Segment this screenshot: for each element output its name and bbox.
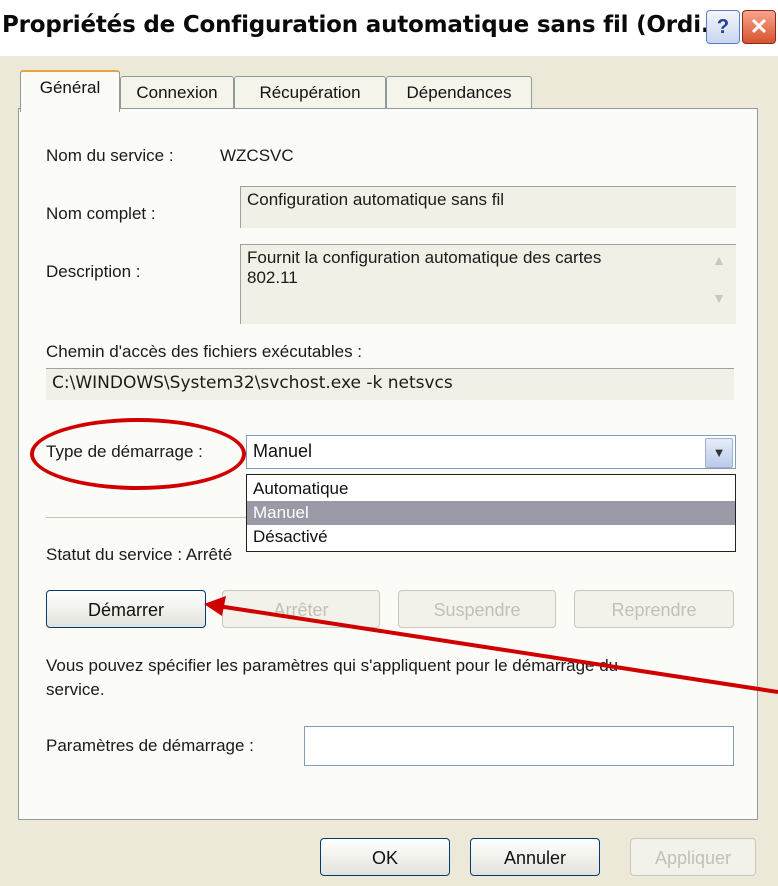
pause-service-button[interactable]: Suspendre	[398, 590, 556, 628]
startup-type-value: Manuel	[253, 441, 313, 461]
stop-service-button[interactable]: Arrêter	[222, 590, 380, 628]
tab-connexion[interactable]: Connexion	[120, 76, 234, 109]
tab-dependances[interactable]: Dépendances	[386, 76, 532, 109]
full-name-field[interactable]: Configuration automatique sans fil	[240, 186, 736, 228]
option-manuel[interactable]: Manuel	[247, 501, 735, 525]
description-line-1: Fournit la configuration automatique des…	[247, 248, 602, 267]
scroll-up-icon[interactable]: ▲	[708, 252, 730, 274]
tab-general[interactable]: Général	[20, 70, 120, 112]
apply-button[interactable]: Appliquer	[630, 838, 756, 876]
service-status-label: Statut du service : Arrêté	[46, 545, 233, 564]
close-button[interactable]: ✕	[742, 10, 776, 44]
ok-button[interactable]: OK	[320, 838, 450, 876]
option-desactive[interactable]: Désactivé	[247, 525, 735, 549]
start-service-button[interactable]: Démarrer	[46, 590, 206, 628]
startup-type-dropdown: Automatique Manuel Désactivé	[246, 474, 736, 552]
start-params-input[interactable]	[304, 726, 734, 766]
cancel-button[interactable]: Annuler	[470, 838, 600, 876]
exe-path-label: Chemin d'accès des fichiers exécutables …	[46, 342, 363, 361]
description-label: Description :	[46, 262, 141, 281]
start-params-label: Paramètres de démarrage :	[46, 736, 254, 755]
resume-service-button[interactable]: Reprendre	[574, 590, 734, 628]
hint-text-line-2: service.	[46, 680, 105, 699]
service-name-value: WZCSVC	[220, 146, 294, 165]
service-name-label: Nom du service :	[46, 146, 174, 165]
tab-recuperation[interactable]: Récupération	[234, 76, 386, 109]
description-field[interactable]: Fournit la configuration automatique des…	[240, 244, 736, 324]
separator	[46, 517, 246, 518]
hint-text-line-1: Vous pouvez spécifier les paramètres qui…	[46, 656, 619, 675]
scroll-down-icon[interactable]: ▼	[708, 290, 730, 312]
window-title: Propriétés de Configuration automatique …	[2, 12, 727, 38]
exe-path-field[interactable]: C:\WINDOWS\System32\svchost.exe -k netsv…	[46, 368, 734, 400]
annotation-ellipse	[30, 418, 246, 490]
full-name-label: Nom complet :	[46, 204, 156, 223]
properties-dialog: Propriétés de Configuration automatique …	[0, 0, 778, 886]
title-bar[interactable]: Propriétés de Configuration automatique …	[0, 0, 778, 56]
help-button[interactable]: ?	[706, 10, 740, 44]
chevron-down-icon[interactable]: ▼	[705, 438, 733, 468]
option-automatique[interactable]: Automatique	[247, 477, 735, 501]
startup-type-select[interactable]: Manuel ▼	[246, 435, 736, 469]
description-line-2: 802.11	[247, 268, 298, 287]
